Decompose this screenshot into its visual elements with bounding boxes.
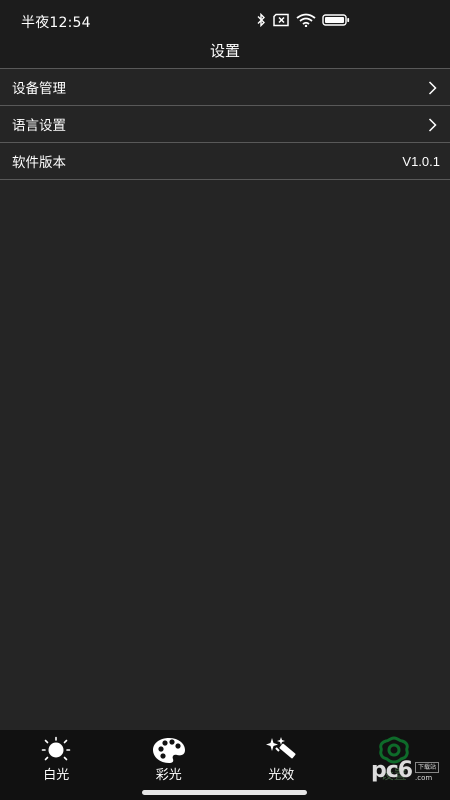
watermark-domain: .com [415, 774, 433, 782]
home-indicator[interactable] [142, 790, 307, 795]
status-icons [256, 11, 350, 29]
status-bar: 半夜12:54 [0, 0, 450, 40]
watermark-text: pc6 [371, 758, 413, 783]
wifi-icon [296, 13, 316, 27]
setting-label: 语言设置 [12, 118, 66, 134]
no-sim-icon [272, 13, 290, 27]
watermark-logo: pc6 下载站 .com [371, 758, 441, 788]
version-value: V1.0.1 [402, 153, 440, 169]
tab-white-light[interactable]: 白光 [0, 730, 113, 800]
tab-label: 白光 [43, 768, 70, 783]
chevron-right-icon [428, 80, 437, 99]
watermark-sub: 下载站 [415, 762, 440, 773]
battery-icon [322, 13, 350, 27]
setting-label: 软件版本 [12, 155, 66, 171]
bluetooth-icon [256, 13, 266, 27]
setting-label: 设备管理 [12, 81, 66, 97]
chevron-right-icon [428, 117, 437, 136]
setting-language[interactable]: 语言设置 [0, 106, 450, 143]
sun-icon [41, 736, 71, 766]
tab-label: 彩光 [155, 768, 182, 783]
setting-software-version: 软件版本 V1.0.1 [0, 143, 450, 180]
status-time: 半夜12:54 [21, 15, 91, 31]
tab-label: 光效 [268, 768, 295, 783]
setting-device-management[interactable]: 设备管理 [0, 69, 450, 106]
settings-list: 设备管理 语言设置 软件版本 V1.0.1 [0, 69, 450, 180]
nav-bar: 设置 [0, 40, 450, 68]
page-title: 设置 [209, 42, 240, 60]
